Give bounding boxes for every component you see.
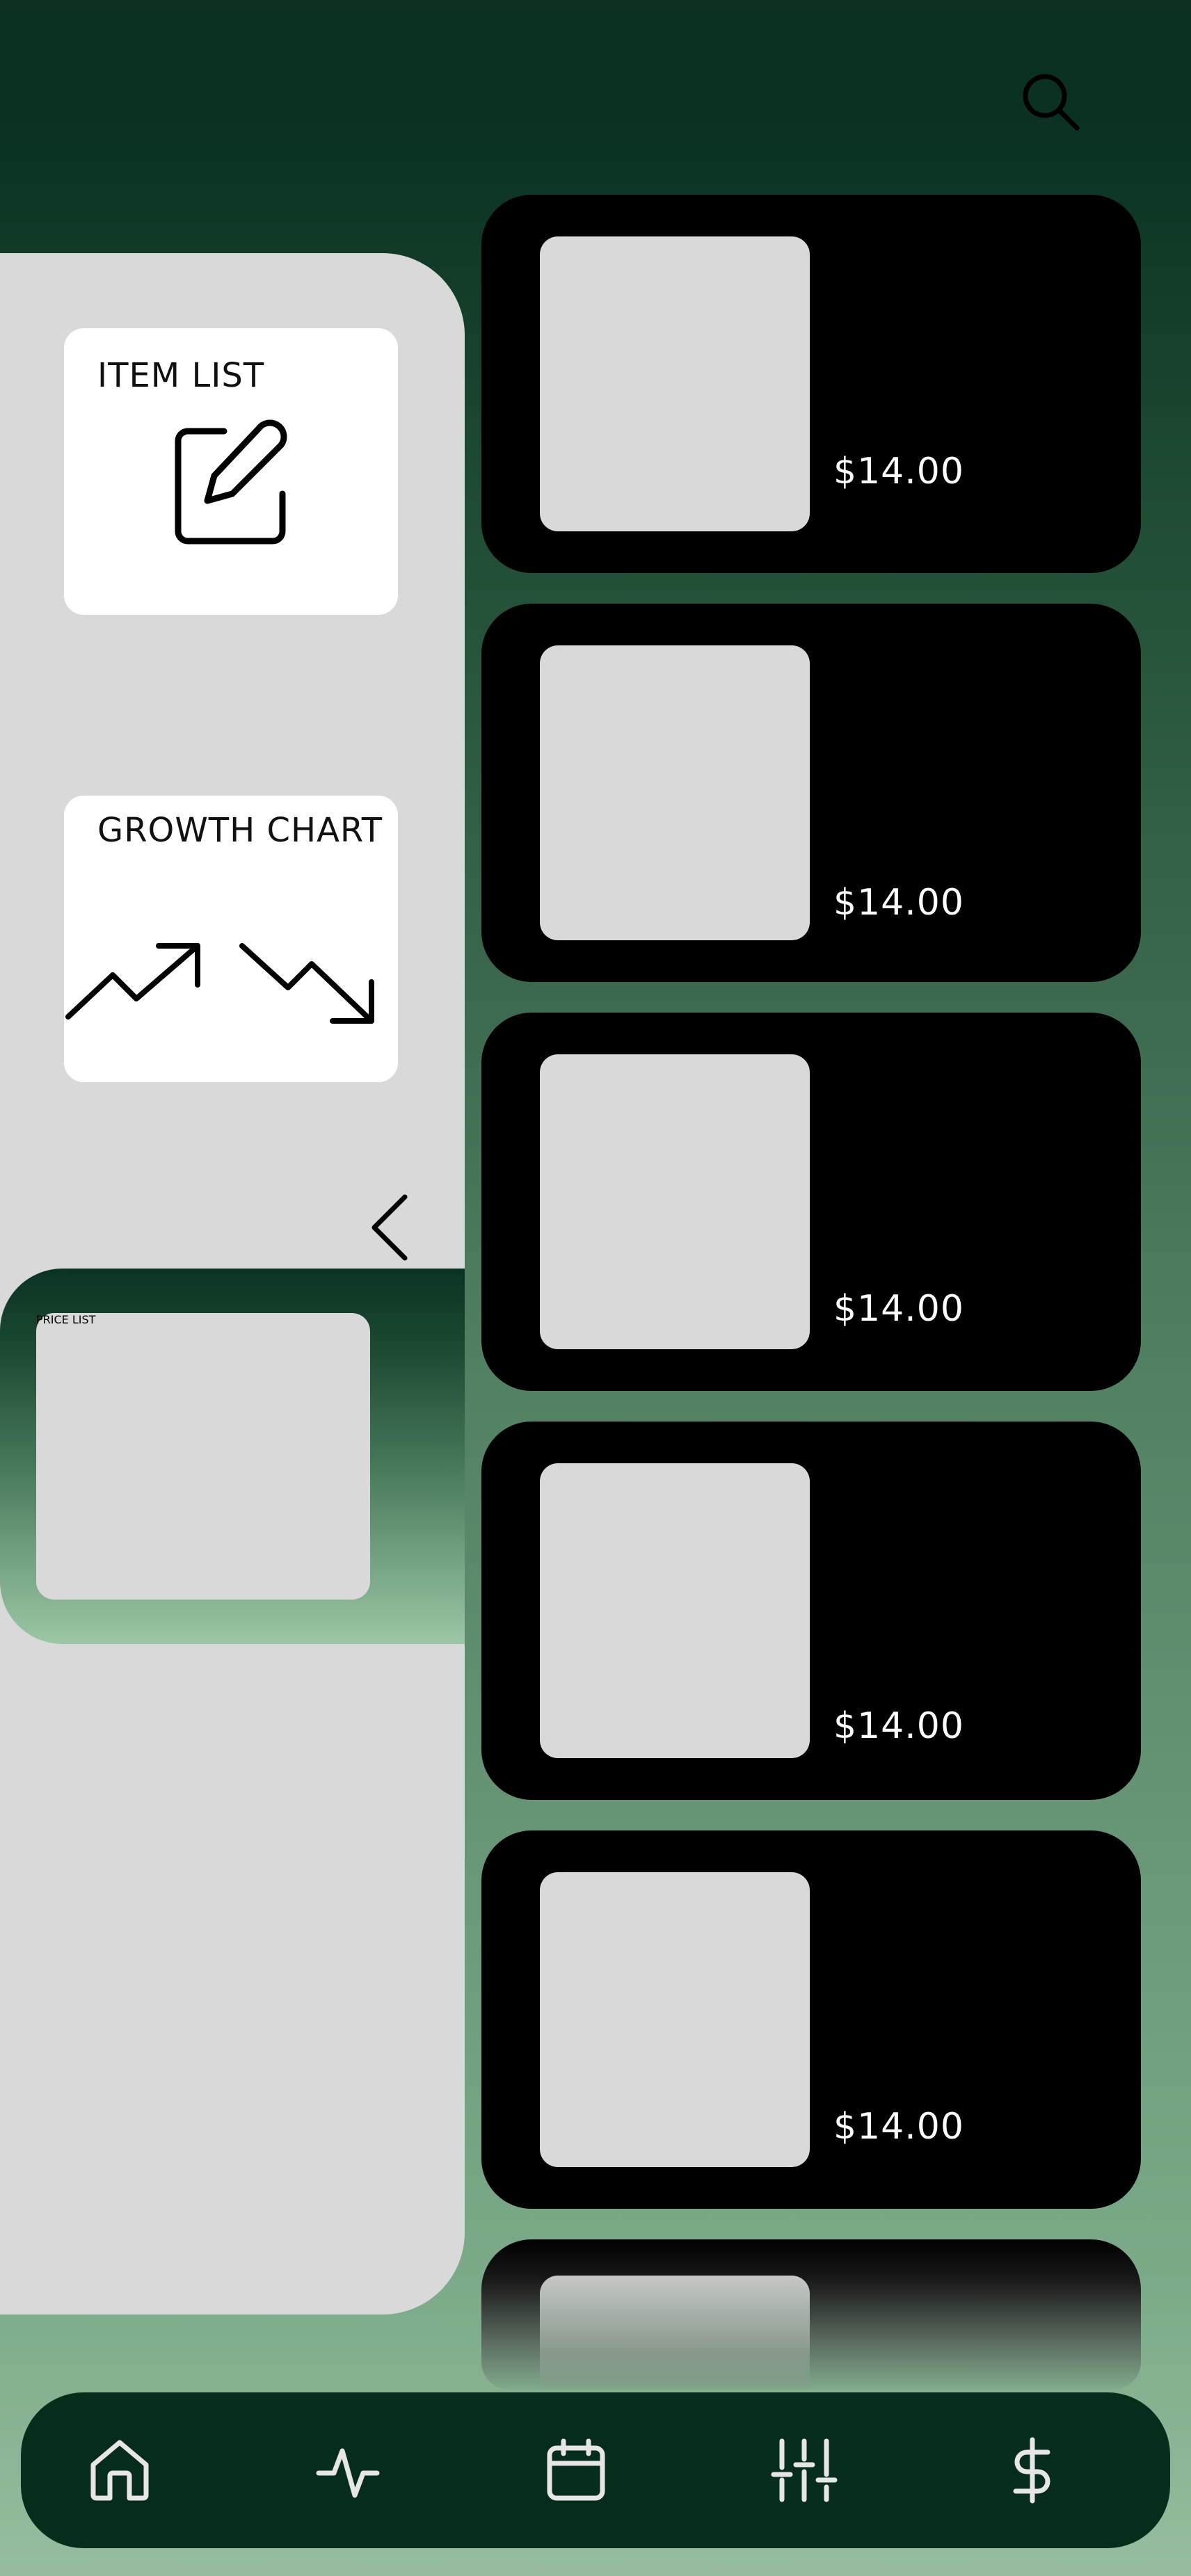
item-thumbnail bbox=[540, 645, 810, 940]
item-price: $14.00 bbox=[833, 1705, 964, 1747]
item-thumbnail bbox=[540, 1054, 810, 1349]
activity-icon bbox=[314, 2437, 381, 2504]
sliders-icon bbox=[771, 2437, 838, 2504]
item-price: $14.00 bbox=[833, 882, 964, 924]
item-card[interactable]: $14.00 bbox=[481, 604, 1141, 982]
chevron-left-icon bbox=[369, 1193, 410, 1262]
item-thumbnail bbox=[540, 236, 810, 531]
search-icon bbox=[1018, 70, 1082, 134]
price-list-label: PRICE LIST bbox=[36, 1313, 96, 1326]
bottom-nav bbox=[21, 2392, 1170, 2548]
item-card[interactable]: $14.00 bbox=[481, 1013, 1141, 1391]
nav-pricing[interactable] bbox=[989, 2427, 1076, 2513]
item-price: $14.00 bbox=[833, 1288, 964, 1330]
nav-calendar[interactable] bbox=[533, 2427, 619, 2513]
item-thumbnail bbox=[540, 2276, 810, 2390]
item-thumbnail bbox=[540, 1872, 810, 2167]
nav-home[interactable] bbox=[77, 2427, 163, 2513]
home-icon bbox=[86, 2437, 153, 2504]
trending-up-icon bbox=[64, 942, 203, 1025]
item-price: $14.00 bbox=[833, 451, 964, 492]
growth-chart-label: GROWTH CHART bbox=[97, 811, 383, 850]
price-list-card[interactable]: PRICE LIST bbox=[36, 1313, 370, 1600]
item-list-card[interactable]: ITEM LIST bbox=[64, 328, 398, 615]
item-card[interactable]: $14.00 bbox=[481, 1422, 1141, 1800]
item-thumbnail bbox=[540, 1463, 810, 1758]
item-list-label: ITEM LIST bbox=[97, 356, 265, 395]
price-list-section: PRICE LIST bbox=[0, 1269, 465, 1644]
collapse-panel-button[interactable] bbox=[362, 1189, 417, 1266]
dollar-icon bbox=[999, 2437, 1066, 2504]
edit-icon bbox=[168, 419, 301, 551]
item-card-partial[interactable] bbox=[481, 2239, 1141, 2390]
item-price: $14.00 bbox=[833, 2106, 964, 2148]
search-button[interactable] bbox=[1016, 67, 1085, 136]
nav-activity[interactable] bbox=[305, 2427, 391, 2513]
nav-filters[interactable] bbox=[761, 2427, 847, 2513]
trending-down-icon bbox=[238, 942, 377, 1025]
item-card[interactable]: $14.00 bbox=[481, 195, 1141, 573]
item-card[interactable]: $14.00 bbox=[481, 1830, 1141, 2209]
calendar-icon bbox=[543, 2437, 609, 2504]
growth-chart-card[interactable]: GROWTH CHART bbox=[64, 796, 398, 1082]
